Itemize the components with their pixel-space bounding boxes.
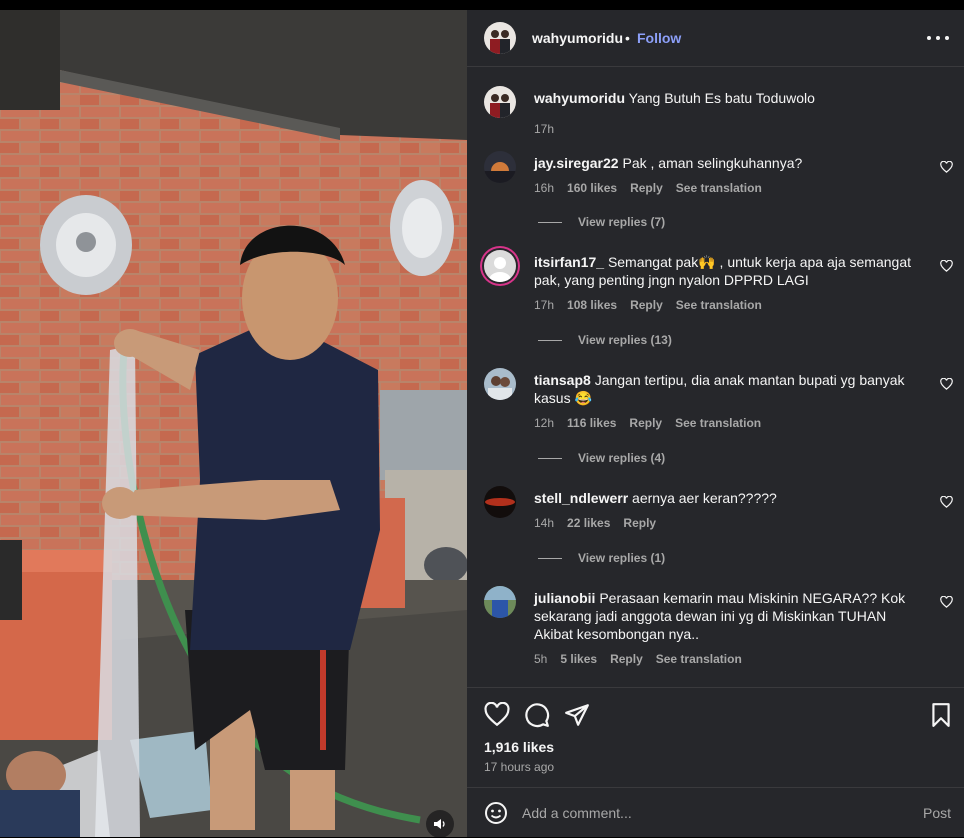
comment-text: tiansap8 Jangan tertipu, dia anak mantan… bbox=[534, 371, 914, 407]
heart-icon[interactable] bbox=[940, 496, 953, 508]
mute-button[interactable] bbox=[426, 810, 454, 837]
view-replies-button[interactable]: View replies (4) bbox=[538, 451, 665, 465]
comment-username[interactable]: julianobii bbox=[534, 590, 595, 606]
top-strip bbox=[0, 0, 964, 10]
comment-text: julianobii Perasaan kemarin mau Miskinin… bbox=[534, 589, 914, 643]
heart-icon[interactable] bbox=[940, 378, 953, 390]
comment-text: jay.siregar22 Pak , aman selingkuhannya? bbox=[534, 154, 914, 172]
author-avatar[interactable] bbox=[484, 22, 516, 54]
comment-meta: 17h 108 likes Reply See translation bbox=[534, 298, 775, 312]
reply-button[interactable]: Reply bbox=[630, 298, 663, 312]
comment-time: 16h bbox=[534, 181, 555, 195]
comment-icon[interactable] bbox=[524, 702, 550, 728]
comment-likes[interactable]: 22 likes bbox=[567, 516, 610, 530]
commenter-avatar[interactable] bbox=[484, 486, 516, 518]
comments-panel: wahyumoridu • Follow wahyumoridu Yang Bu… bbox=[467, 10, 964, 837]
smiley-icon[interactable] bbox=[484, 801, 508, 825]
view-replies-label: View replies (4) bbox=[578, 451, 666, 465]
author-avatar[interactable] bbox=[484, 86, 516, 118]
reply-button[interactable]: Reply bbox=[630, 181, 663, 195]
comment-time: 14h bbox=[534, 516, 555, 530]
caption-username[interactable]: wahyumoridu bbox=[534, 90, 625, 106]
paper-plane-icon[interactable] bbox=[564, 702, 590, 728]
see-translation-button[interactable]: See translation bbox=[676, 298, 762, 312]
comment-username[interactable]: stell_ndlewerr bbox=[534, 490, 628, 506]
comment-input[interactable] bbox=[522, 802, 882, 824]
comment-meta: 12h 116 likes Reply See translation bbox=[534, 416, 774, 430]
view-replies-button[interactable]: View replies (7) bbox=[538, 215, 665, 229]
likes-count[interactable]: 1,916 likes bbox=[484, 739, 554, 755]
commenter-avatar[interactable] bbox=[484, 586, 516, 618]
post-modal: wahyumoridu • Follow wahyumoridu Yang Bu… bbox=[0, 0, 964, 837]
comment-composer: Post bbox=[467, 787, 964, 838]
comment-time: 12h bbox=[534, 416, 555, 430]
post-header: wahyumoridu • Follow bbox=[467, 10, 964, 67]
replies-line bbox=[538, 339, 562, 341]
comment-meta: 16h 160 likes Reply See translation bbox=[534, 181, 775, 195]
replies-line bbox=[538, 457, 562, 459]
comments-list: wahyumoridu Yang Butuh Es batu Toduwolo … bbox=[467, 67, 964, 687]
comment-body: Pak , aman selingkuhannya? bbox=[622, 155, 803, 171]
see-translation-button[interactable]: See translation bbox=[656, 652, 742, 666]
commenter-avatar[interactable] bbox=[484, 250, 516, 282]
comment-body: aernya aer keran????? bbox=[632, 490, 777, 506]
caption-text: wahyumoridu Yang Butuh Es batu Toduwolo bbox=[534, 89, 914, 107]
view-replies-button[interactable]: View replies (1) bbox=[538, 551, 665, 565]
see-translation-button[interactable]: See translation bbox=[676, 181, 762, 195]
comment-meta: 14h 22 likes Reply bbox=[534, 516, 669, 530]
heart-icon[interactable] bbox=[940, 161, 953, 173]
follow-button[interactable]: Follow bbox=[637, 30, 681, 46]
view-replies-label: View replies (7) bbox=[578, 215, 666, 229]
replies-line bbox=[538, 221, 562, 223]
comment-text: itsirfan17_ Semangat pak🙌 , untuk kerja … bbox=[534, 253, 914, 289]
heart-icon[interactable] bbox=[484, 702, 510, 728]
caption-body: Yang Butuh Es batu Toduwolo bbox=[628, 90, 815, 106]
see-translation-button[interactable]: See translation bbox=[675, 416, 761, 430]
comment-time: 5h bbox=[534, 652, 548, 666]
bookmark-icon[interactable] bbox=[928, 702, 954, 728]
comment-time: 17h bbox=[534, 298, 555, 312]
comment-likes[interactable]: 5 likes bbox=[560, 652, 597, 666]
heart-icon[interactable] bbox=[940, 596, 953, 608]
view-replies-button[interactable]: View replies (13) bbox=[538, 333, 672, 347]
view-replies-label: View replies (1) bbox=[578, 551, 666, 565]
caption-meta: 17h bbox=[534, 122, 567, 136]
replies-line bbox=[538, 557, 562, 559]
author-username[interactable]: wahyumoridu bbox=[532, 30, 623, 46]
comment-meta: 5h 5 likes Reply See translation bbox=[534, 652, 755, 666]
comment-likes[interactable]: 116 likes bbox=[567, 416, 616, 430]
commenter-avatar[interactable] bbox=[484, 151, 516, 183]
post-time: 17 hours ago bbox=[484, 760, 555, 774]
comment-username[interactable]: jay.siregar22 bbox=[534, 155, 619, 171]
post-button[interactable]: Post bbox=[923, 805, 951, 821]
reply-button[interactable]: Reply bbox=[623, 516, 656, 530]
view-replies-label: View replies (13) bbox=[578, 333, 672, 347]
reply-button[interactable]: Reply bbox=[629, 416, 662, 430]
speaker-icon bbox=[434, 819, 445, 829]
caption-time: 17h bbox=[534, 122, 555, 136]
video-frame bbox=[0, 10, 467, 837]
comment-username[interactable]: tiansap8 bbox=[534, 372, 591, 388]
comment-text: stell_ndlewerr aernya aer keran????? bbox=[534, 489, 914, 507]
comment-likes[interactable]: 160 likes bbox=[567, 181, 617, 195]
heart-icon[interactable] bbox=[940, 260, 953, 272]
commenter-avatar[interactable] bbox=[484, 368, 516, 400]
post-actions: 1,916 likes 17 hours ago bbox=[467, 687, 964, 798]
separator-dot: • bbox=[625, 30, 630, 46]
post-video[interactable] bbox=[0, 10, 467, 837]
ellipsis-icon[interactable] bbox=[927, 28, 949, 48]
comment-likes[interactable]: 108 likes bbox=[567, 298, 617, 312]
reply-button[interactable]: Reply bbox=[610, 652, 643, 666]
comment-username[interactable]: itsirfan17_ bbox=[534, 254, 604, 270]
